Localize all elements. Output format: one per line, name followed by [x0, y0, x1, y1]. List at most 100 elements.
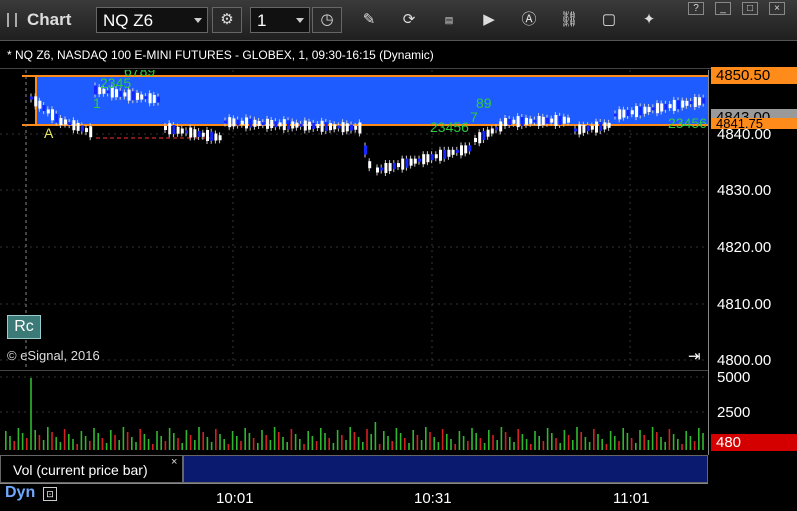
volume-bar	[21, 433, 24, 450]
candle-body	[287, 120, 290, 130]
volume-bar	[34, 430, 36, 450]
candle-body	[38, 100, 42, 109]
close-study-icon[interactable]: ×	[171, 456, 177, 468]
minimize-icon[interactable]: _	[715, 2, 731, 15]
volume-bar	[72, 439, 74, 450]
volume-bar	[559, 443, 561, 450]
draw-pencil-icon[interactable]: ✎	[359, 10, 379, 30]
candle-body	[193, 129, 197, 138]
volume-current-tag: 480	[711, 434, 797, 451]
volume-bar	[278, 432, 280, 450]
dynamic-mode-label[interactable]: Dyn	[5, 484, 35, 502]
volume-bar	[597, 434, 599, 450]
candle-body	[434, 154, 438, 159]
time-template-button[interactable]: ◷	[312, 7, 342, 33]
volume-bar	[345, 440, 347, 450]
link-icon[interactable]: ⛓	[559, 10, 579, 30]
refresh-icon[interactable]: ⟳	[399, 10, 419, 30]
candle-body	[451, 149, 455, 155]
properties-icon: ⚙	[220, 11, 234, 28]
lock-icon[interactable]: ⊡	[43, 487, 57, 501]
candle-body	[603, 122, 607, 130]
candle-body	[384, 163, 388, 174]
upper-price-tag: 4850.50	[711, 67, 797, 84]
volume-bar	[542, 441, 545, 450]
volume-bar	[332, 443, 335, 450]
volume-bar	[572, 440, 574, 450]
volume-bar	[681, 444, 683, 450]
volume-bar	[84, 436, 87, 450]
volume-bar	[231, 431, 234, 450]
volume-bar	[5, 431, 7, 450]
candle-body	[430, 154, 434, 161]
volume-bar	[252, 438, 255, 450]
volume-bar	[63, 429, 66, 450]
volume-bar	[614, 436, 616, 450]
candle-body	[152, 94, 156, 103]
volume-axis[interactable]: 5000 2500 0 480	[708, 369, 797, 455]
candle-body	[354, 125, 358, 130]
candle-body	[520, 116, 524, 126]
candle-body	[660, 103, 664, 112]
candle-body	[558, 115, 562, 125]
candle-body	[278, 122, 282, 127]
symbol-input[interactable]: NQ Z6	[96, 7, 208, 33]
maximize-icon[interactable]: □	[742, 2, 758, 15]
twitter-icon[interactable]: ✦	[639, 10, 659, 30]
sequential-count: 89	[476, 95, 492, 111]
volume-bar	[458, 431, 461, 450]
get-data-icon[interactable]: ▤	[439, 10, 459, 30]
candle-body	[689, 101, 693, 105]
candle-body	[240, 120, 244, 125]
candle-body	[607, 122, 611, 128]
rc-badge[interactable]: Rc	[7, 315, 41, 339]
volume-bar	[261, 430, 263, 450]
alert-icon[interactable]: Ⓐ	[519, 10, 539, 30]
volume-bar	[126, 432, 129, 450]
chevron-down-icon[interactable]	[194, 18, 202, 23]
properties-button[interactable]: ⚙	[212, 7, 242, 33]
volume-bar	[576, 427, 578, 450]
interval-input[interactable]: 1	[250, 7, 310, 33]
drag-grip-icon[interactable]	[7, 13, 17, 27]
scroll-to-end-icon[interactable]: ⇥	[688, 347, 701, 365]
candle-body	[614, 113, 617, 117]
volume-chart[interactable]	[0, 370, 708, 455]
chevron-down-icon[interactable]	[296, 18, 304, 23]
volume-bars	[5, 378, 704, 450]
chat-icon[interactable]: ▢	[599, 10, 619, 30]
volume-bar	[38, 435, 41, 450]
candle-body	[447, 149, 451, 157]
candle-body	[578, 124, 582, 135]
price-chart[interactable]: A 12345678989234567 23456	[0, 70, 708, 370]
volume-bar	[383, 431, 385, 450]
candle-body	[460, 145, 463, 156]
candle-body	[324, 121, 328, 131]
candle-body	[409, 158, 413, 166]
candle-body	[392, 163, 396, 170]
volume-grid	[0, 376, 708, 413]
candle-body	[582, 124, 586, 133]
candle-body	[405, 158, 409, 168]
volume-bar	[496, 440, 498, 450]
price-axis[interactable]: 4840.00 4830.00 4820.00 4810.00 4800.00 …	[708, 67, 797, 370]
candle-body	[651, 107, 655, 111]
volume-bar	[177, 438, 179, 450]
volume-bar	[702, 433, 704, 450]
time-axis[interactable]: 10:01 10:31 11:01	[0, 483, 708, 511]
candle-body	[388, 163, 392, 172]
close-icon[interactable]: ×	[769, 2, 785, 15]
volume-bar	[635, 443, 637, 450]
candle-body	[308, 121, 311, 130]
candle-body	[499, 121, 503, 132]
volume-study-label[interactable]: Vol (current price bar)	[0, 455, 183, 483]
volume-bar	[236, 436, 238, 450]
help-icon[interactable]: ?	[688, 2, 704, 15]
volume-bar	[9, 436, 11, 450]
volume-bar	[168, 428, 171, 450]
volume-bar	[471, 428, 473, 450]
volume-bar	[404, 438, 406, 450]
price-tick: 4800.00	[717, 352, 772, 369]
play-icon[interactable]: ▶	[479, 10, 499, 30]
volume-bar	[517, 429, 519, 450]
